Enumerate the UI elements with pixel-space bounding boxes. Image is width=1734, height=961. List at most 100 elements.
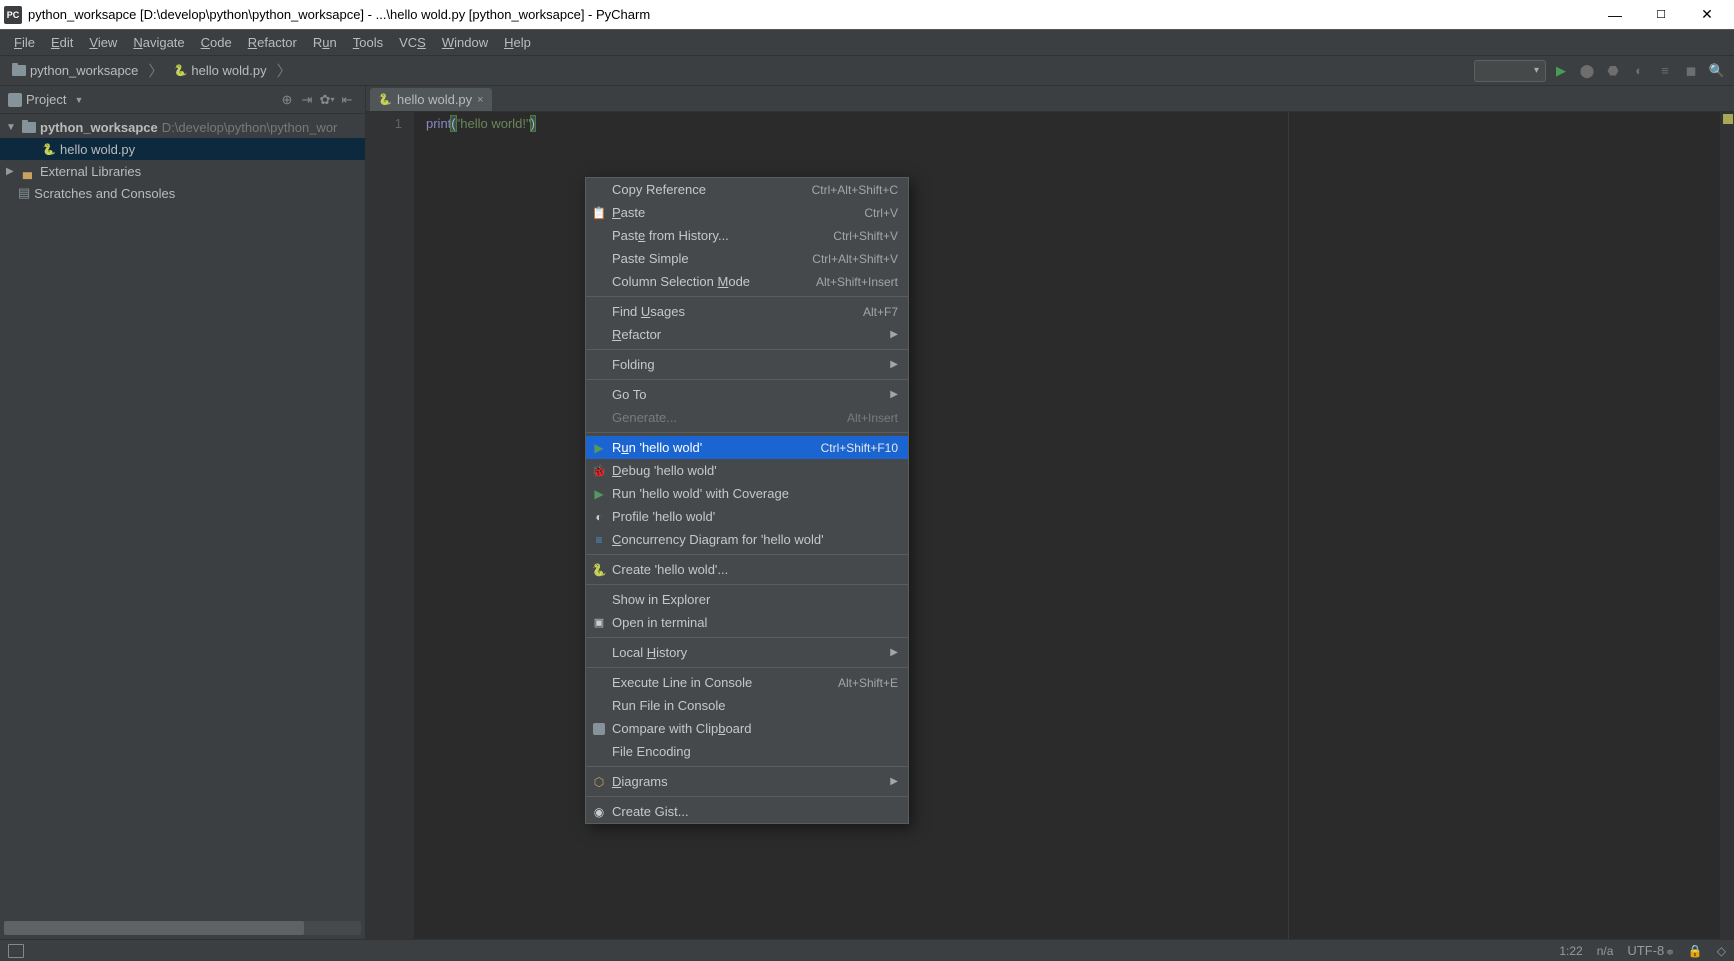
tree-external-libraries[interactable]: ▶ External Libraries — [0, 160, 365, 182]
editor-tab-label: hello wold.py — [397, 92, 472, 107]
submenu-arrow-icon: ▶ — [890, 647, 898, 658]
breadcrumb-separator-icon: 〉 — [148, 60, 163, 81]
menu-file[interactable]: File — [6, 32, 43, 53]
run-config-select[interactable] — [1474, 60, 1546, 82]
settings-gear-icon[interactable]: ✿▾ — [317, 90, 337, 110]
coverage-button-icon[interactable]: ⬣ — [1602, 60, 1624, 82]
folder-icon — [22, 122, 36, 133]
clipboard-compare-icon — [591, 721, 607, 737]
menu-navigate[interactable]: Navigate — [125, 32, 192, 53]
caret-position[interactable]: 1:22 — [1559, 944, 1582, 958]
ctx-concurrency[interactable]: ≡Concurrency Diagram for 'hello wold' — [586, 528, 908, 551]
window-maximize-button[interactable] — [1638, 0, 1684, 30]
menu-code[interactable]: Code — [193, 32, 240, 53]
expand-arrow-icon[interactable]: ▶ — [6, 166, 18, 177]
python-icon: 🐍 — [591, 562, 607, 578]
menu-vcs[interactable]: VCS — [391, 32, 434, 53]
ctx-separator — [586, 432, 908, 433]
ctx-goto[interactable]: Go To▶ — [586, 383, 908, 406]
window-close-button[interactable] — [1684, 0, 1730, 30]
inspection-status[interactable]: n/a — [1597, 944, 1614, 958]
paste-icon: 📋 — [591, 205, 607, 221]
ctx-folding[interactable]: Folding▶ — [586, 353, 908, 376]
profile-button-icon[interactable]: ◐ — [1628, 60, 1650, 82]
editor-tab-bar: hello wold.py × — [366, 86, 1734, 112]
tab-close-icon[interactable]: × — [477, 94, 483, 106]
breadcrumb-file-label: hello wold.py — [191, 63, 266, 78]
scratches-icon — [18, 185, 30, 201]
project-tree[interactable]: ▼ python_worksapce D:\develop\python\pyt… — [0, 114, 365, 921]
error-stripe[interactable] — [1720, 112, 1734, 939]
breadcrumb-file[interactable]: hello wold.py — [167, 61, 272, 80]
tree-root-name: python_worksapce — [40, 120, 158, 135]
hide-panel-icon[interactable]: ⇤ — [337, 90, 357, 110]
line-gutter[interactable]: 1 — [366, 112, 414, 939]
tree-root[interactable]: ▼ python_worksapce D:\develop\python\pyt… — [0, 116, 365, 138]
ctx-paste-simple[interactable]: Paste SimpleCtrl+Alt+Shift+V — [586, 247, 908, 270]
menu-edit[interactable]: Edit — [43, 32, 81, 53]
project-panel-title[interactable]: Project ▼ — [8, 92, 277, 107]
ctx-separator — [586, 296, 908, 297]
ctx-diagrams[interactable]: ⬡Diagrams▶ — [586, 770, 908, 793]
ctx-run-coverage[interactable]: ▶Run 'hello wold' with Coverage — [586, 482, 908, 505]
ctx-create-runconfig[interactable]: 🐍Create 'hello wold'... — [586, 558, 908, 581]
run-button-icon[interactable]: ▶ — [1550, 60, 1572, 82]
toolwindow-toggle-icon[interactable] — [8, 944, 24, 958]
editor-body: 1 print("hello world!") — [366, 112, 1734, 939]
scrollbar-thumb[interactable] — [4, 921, 304, 935]
search-everywhere-icon[interactable]: 🔍 — [1706, 60, 1728, 82]
menu-tools[interactable]: Tools — [345, 32, 391, 53]
ctx-execute-line[interactable]: Execute Line in ConsoleAlt+Shift+E — [586, 671, 908, 694]
menu-help[interactable]: Help — [496, 32, 539, 53]
ide-notifications-icon[interactable]: ◇ — [1717, 944, 1726, 958]
inspection-marker-icon[interactable] — [1723, 114, 1733, 124]
ctx-find-usages[interactable]: Find UsagesAlt+F7 — [586, 300, 908, 323]
breadcrumb-root-label: python_worksapce — [30, 63, 138, 78]
editor-tab[interactable]: hello wold.py × — [370, 88, 492, 111]
locate-icon[interactable]: ⊕ — [277, 90, 297, 110]
stop-button-icon[interactable]: ◼ — [1680, 60, 1702, 82]
tree-scratches[interactable]: Scratches and Consoles — [0, 182, 365, 204]
ctx-file-encoding[interactable]: File Encoding — [586, 740, 908, 763]
submenu-arrow-icon: ▶ — [890, 776, 898, 787]
concurrency-button-icon[interactable]: ≡ — [1654, 60, 1676, 82]
line-number: 1 — [366, 116, 402, 131]
ctx-separator — [586, 637, 908, 638]
ctx-show-explorer[interactable]: Show in Explorer — [586, 588, 908, 611]
breadcrumb: python_worksapce 〉 hello wold.py 〉 — [6, 60, 1474, 81]
file-encoding-status[interactable]: UTF-8≑ — [1627, 943, 1673, 958]
debug-button-icon[interactable]: ⬤ — [1576, 60, 1598, 82]
tree-root-path: D:\develop\python\python_wor — [162, 120, 338, 135]
ctx-column-selection[interactable]: Column Selection ModeAlt+Shift+Insert — [586, 270, 908, 293]
ctx-refactor[interactable]: Refactor▶ — [586, 323, 908, 346]
menu-run[interactable]: Run — [305, 32, 345, 53]
ctx-compare-clipboard[interactable]: Compare with Clipboard — [586, 717, 908, 740]
ctx-separator — [586, 554, 908, 555]
python-file-icon — [42, 142, 56, 156]
status-bar: 1:22 n/a UTF-8≑ 🔒 ◇ — [0, 939, 1734, 961]
terminal-icon: ▣ — [591, 615, 607, 631]
menu-view[interactable]: View — [81, 32, 125, 53]
menu-refactor[interactable]: Refactor — [240, 32, 305, 53]
ctx-open-terminal[interactable]: ▣Open in terminal — [586, 611, 908, 634]
collapse-icon[interactable]: ⇥ — [297, 90, 317, 110]
ctx-create-gist[interactable]: ◉Create Gist... — [586, 800, 908, 823]
menu-window[interactable]: Window — [434, 32, 496, 53]
ctx-run[interactable]: ▶Run 'hello wold'Ctrl+Shift+F10 — [586, 436, 908, 459]
ctx-paste[interactable]: 📋PasteCtrl+V — [586, 201, 908, 224]
dropdown-icon: ▼ — [74, 95, 83, 105]
ctx-separator — [586, 349, 908, 350]
ctx-paste-history[interactable]: Paste from History...Ctrl+Shift+V — [586, 224, 908, 247]
breadcrumb-root[interactable]: python_worksapce — [6, 61, 144, 80]
horizontal-scrollbar[interactable] — [4, 921, 361, 935]
ctx-local-history[interactable]: Local History▶ — [586, 641, 908, 664]
window-minimize-button[interactable] — [1592, 0, 1638, 30]
ctx-copy-reference[interactable]: Copy ReferenceCtrl+Alt+Shift+C — [586, 178, 908, 201]
expand-arrow-icon[interactable]: ▼ — [6, 122, 18, 133]
readonly-lock-icon[interactable]: 🔒 — [1688, 944, 1703, 958]
ctx-run-file-console[interactable]: Run File in Console — [586, 694, 908, 717]
ctx-profile[interactable]: ◐Profile 'hello wold' — [586, 505, 908, 528]
ctx-debug[interactable]: 🐞Debug 'hello wold' — [586, 459, 908, 482]
tree-file[interactable]: hello wold.py — [0, 138, 365, 160]
status-left — [8, 944, 1545, 958]
